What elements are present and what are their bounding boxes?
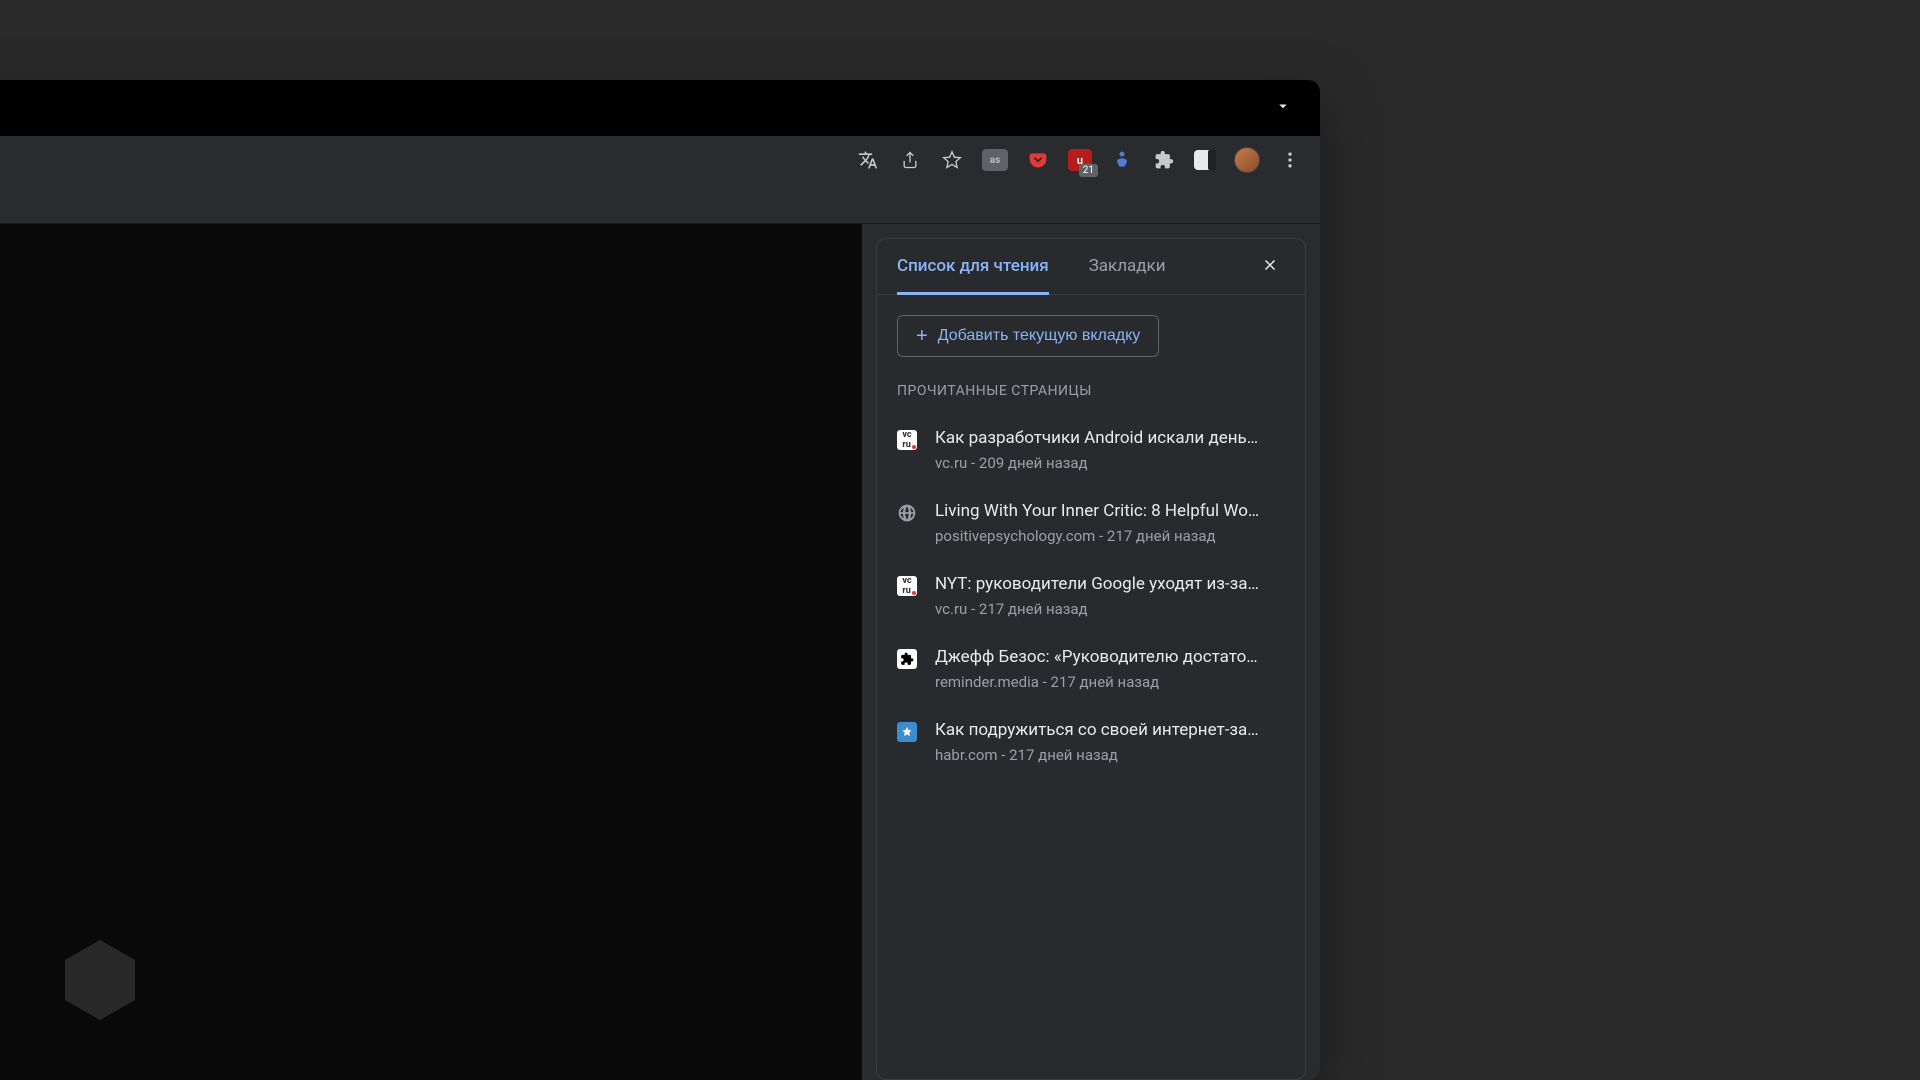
reading-list-item[interactable]: vcru Как разработчики Android искали ден… [897, 413, 1285, 486]
side-panel-toggle-icon[interactable] [1194, 150, 1216, 170]
translate-icon[interactable] [856, 148, 880, 172]
reading-list-item[interactable]: Джефф Безос: «Руководителю достато… remi… [897, 632, 1285, 705]
toolbar: as u 21 [0, 136, 1320, 184]
browser-window: as u 21 W ⬡ 🔥 [0, 80, 1320, 1080]
kebab-menu-icon[interactable] [1278, 148, 1302, 172]
item-subtitle: vc.ru - 209 дней назад [935, 454, 1285, 472]
bookmarks-bar: W ⬡ 🔥 [0, 184, 1320, 224]
side-panel: Список для чтения Закладки + Добавить те… [876, 238, 1306, 1080]
share-icon[interactable] [898, 148, 922, 172]
item-subtitle: habr.com - 217 дней назад [935, 746, 1285, 764]
tab-bar [0, 80, 1320, 136]
item-title: Как подружиться со своей интернет-за… [935, 719, 1285, 742]
add-button-label: Добавить текущую вкладку [938, 327, 1141, 345]
side-panel-body: + Добавить текущую вкладку ПРОЧИТАННЫЕ С… [877, 295, 1305, 798]
profile-avatar[interactable] [1234, 147, 1260, 173]
favicon-globe-icon [897, 503, 917, 523]
tab-reading-list[interactable]: Список для чтения [897, 240, 1049, 295]
reading-list-item[interactable]: Living With Your Inner Critic: 8 Helpful… [897, 486, 1285, 559]
item-title: Джефф Безос: «Руководителю достато… [935, 646, 1285, 669]
extensions-icon[interactable] [1152, 148, 1176, 172]
reading-list-item[interactable]: vcru NYT: руководители Google уходят из-… [897, 559, 1285, 632]
lastfm-extension-icon[interactable]: as [982, 149, 1008, 171]
plus-icon: + [916, 326, 928, 346]
page-viewport [0, 224, 862, 1080]
reading-list-item[interactable]: Как подружиться со своей интернет-за… ha… [897, 705, 1285, 778]
item-title: NYT: руководители Google уходят из-за… [935, 573, 1285, 596]
side-panel-tabs: Список для чтения Закладки [877, 239, 1305, 295]
ublock-extension-icon[interactable]: u 21 [1068, 149, 1092, 171]
close-panel-button[interactable] [1255, 249, 1285, 285]
item-subtitle: reminder.media - 217 дней назад [935, 673, 1285, 691]
favicon-habr-icon [897, 722, 917, 742]
item-title: Living With Your Inner Critic: 8 Helpful… [935, 500, 1285, 523]
watermark-logo [50, 930, 150, 1030]
item-subtitle: vc.ru - 217 дней назад [935, 600, 1285, 618]
tab-search-button[interactable] [1266, 89, 1300, 127]
ublock-badge: 21 [1079, 164, 1098, 177]
favicon-vc-icon: vcru [897, 576, 917, 596]
item-subtitle: positivepsychology.com - 217 дней назад [935, 527, 1285, 545]
add-current-tab-button[interactable]: + Добавить текущую вкладку [897, 315, 1159, 357]
pocket-extension-icon[interactable] [1026, 148, 1050, 172]
person-extension-icon[interactable] [1110, 148, 1134, 172]
star-icon[interactable] [940, 148, 964, 172]
favicon-puzzle-icon [897, 649, 917, 669]
tab-bookmarks[interactable]: Закладки [1089, 240, 1166, 295]
favicon-vc-icon: vcru [897, 430, 917, 450]
item-title: Как разработчики Android искали день… [935, 427, 1285, 450]
read-pages-section-label: ПРОЧИТАННЫЕ СТРАНИЦЫ [897, 383, 1285, 399]
content-area: Список для чтения Закладки + Добавить те… [0, 224, 1320, 1080]
